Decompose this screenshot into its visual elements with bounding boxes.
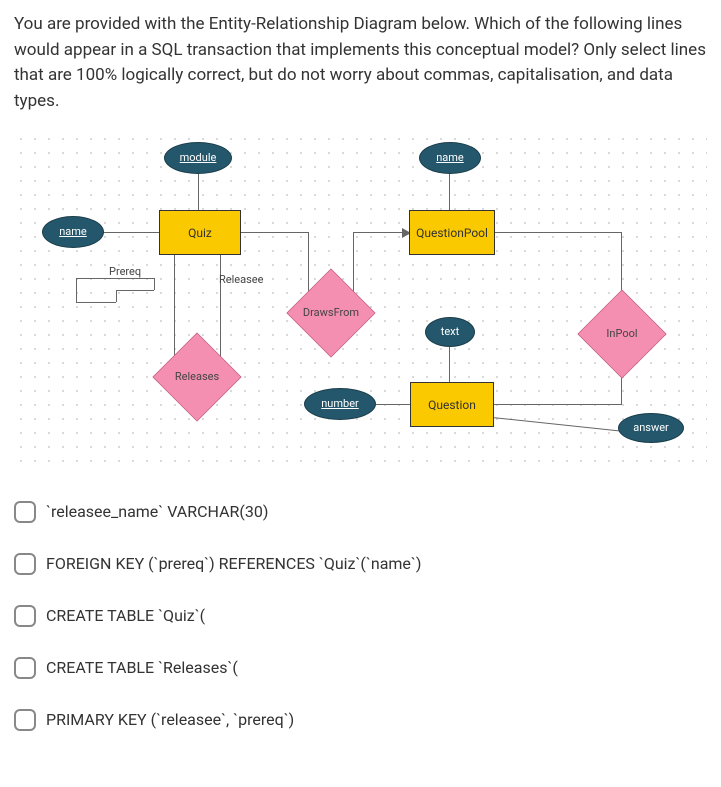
checkbox[interactable] [14,709,36,731]
line [238,232,308,233]
answer-options: `releasee_name` VARCHAR(30) FOREIGN KEY … [14,500,707,732]
rel-drawsfrom: DrawsFrom [286,268,376,358]
option-1[interactable]: `releasee_name` VARCHAR(30) [14,500,707,524]
option-label: CREATE TABLE `Quiz`( [46,604,205,628]
option-2[interactable]: FOREIGN KEY (`prereq`) REFERENCES `Quiz`… [14,552,707,576]
entity-questionpool: QuestionPool [409,210,495,255]
option-3[interactable]: CREATE TABLE `Quiz`( [14,604,707,628]
line [76,302,116,303]
line [198,170,199,210]
option-label: `releasee_name` VARCHAR(30) [46,500,268,524]
option-label: CREATE TABLE `Releases`( [46,656,238,680]
line [492,404,622,405]
question-prompt: You are provided with the Entity-Relatio… [14,12,707,114]
rel-inpool: InPool [577,289,667,379]
er-diagram: module name name number text answer Quiz… [14,132,707,472]
option-label: PRIMARY KEY (`releasee`, `prereq`) [46,708,294,732]
attr-number: number [304,388,376,420]
rel-releases: Releases [152,332,242,422]
checkbox[interactable] [14,553,36,575]
line [353,232,409,233]
attr-quiz-name: name [42,216,104,248]
line [116,290,117,302]
line [372,404,412,405]
checkbox[interactable] [14,501,36,523]
attr-answer: answer [618,413,684,443]
role-prereq: Prereq [109,264,141,281]
checkbox[interactable] [14,605,36,627]
checkbox[interactable] [14,657,36,679]
line [492,232,622,233]
line [449,170,450,210]
line [116,290,154,291]
entity-quiz: Quiz [159,210,241,255]
attr-text: text [425,317,475,347]
entity-question: Question [410,382,494,427]
line [492,417,621,432]
line [76,278,77,302]
attr-pool-name: name [419,142,481,174]
option-5[interactable]: PRIMARY KEY (`releasee`, `prereq`) [14,708,707,732]
option-label: FOREIGN KEY (`prereq`) REFERENCES `Quiz`… [46,552,421,576]
line [100,232,160,233]
attr-module: module [164,142,232,174]
line [449,347,450,382]
option-4[interactable]: CREATE TABLE `Releases`( [14,656,707,680]
line [154,278,155,290]
role-releasee: Releasee [219,272,263,289]
